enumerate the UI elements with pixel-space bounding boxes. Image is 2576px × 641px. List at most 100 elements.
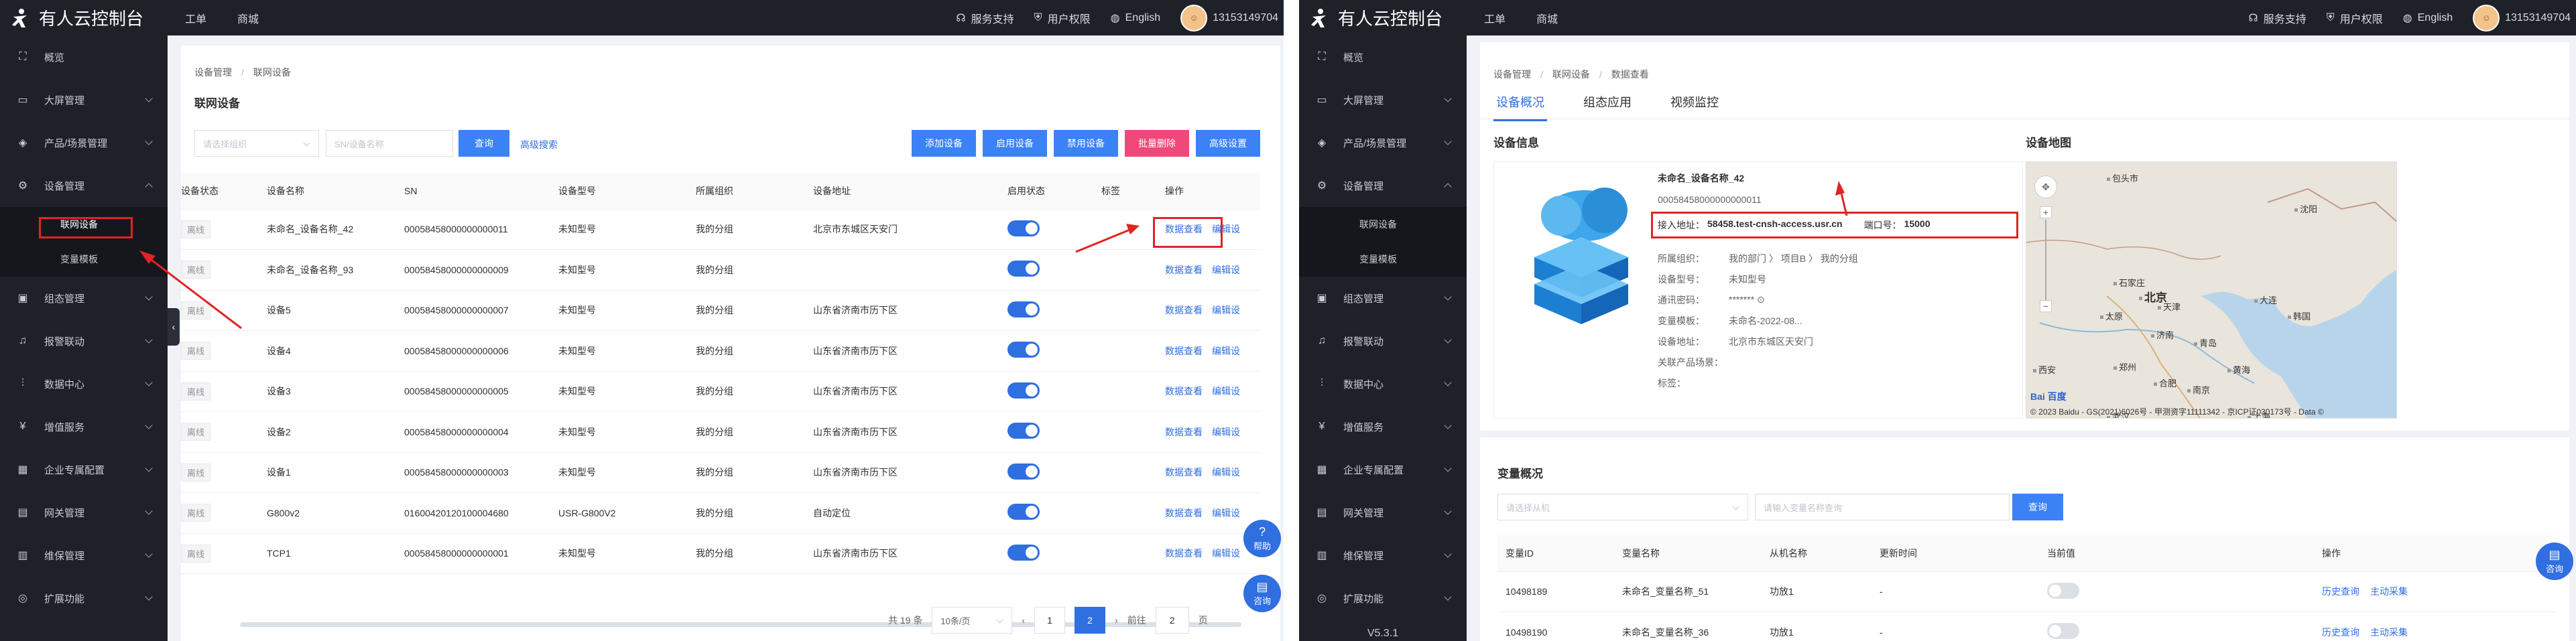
sidebar-item-value[interactable]: ¥ 增值服务 (0, 405, 168, 448)
sidebar-item-data[interactable]: ⫶ 数据中心 (1299, 362, 1467, 405)
nav-tickets[interactable]: 工单 (185, 10, 206, 26)
breadcrumb-device-mgmt[interactable]: 设备管理 (194, 66, 232, 79)
enable-toggle[interactable] (1007, 220, 1040, 236)
edit-device-link[interactable]: 编辑设 (1212, 427, 1240, 437)
sidebar-item-device[interactable]: ⚙ 设备管理 (0, 164, 168, 207)
service-support[interactable]: ☊ 服务支持 (2248, 10, 2306, 26)
sidebar-item-overview[interactable]: ⛶ 概览 (0, 35, 168, 78)
sidebar-item-alarm[interactable]: ♫ 报警联动 (1299, 319, 1467, 362)
enable-toggle[interactable] (1007, 342, 1040, 358)
breadcrumb-networked[interactable]: 联网设备 (1552, 68, 1590, 81)
sidebar-item-gateway[interactable]: ▤ 网关管理 (1299, 491, 1467, 534)
sidebar-item-screen[interactable]: ▭ 大屏管理 (1299, 78, 1467, 121)
edit-device-link[interactable]: 编辑设 (1212, 346, 1240, 356)
query-fab[interactable]: ▤ 咨询 (2536, 543, 2573, 580)
advanced-settings-button[interactable]: 高级设置 (1196, 130, 1260, 157)
sidebar-item-data[interactable]: ⫶ 数据中心 (0, 362, 168, 405)
goto-input[interactable]: 2 (1155, 607, 1189, 634)
value-toggle[interactable] (2047, 582, 2079, 599)
zoom-slider[interactable] (2045, 220, 2046, 300)
edit-device-link[interactable]: 编辑设 (1212, 467, 1240, 478)
sidebar-item-extend[interactable]: ◎ 扩展功能 (0, 577, 168, 620)
user-menu[interactable]: ☺ 13153149704 (1180, 4, 1278, 31)
edit-device-link[interactable]: 编辑设 (1212, 386, 1240, 397)
search-button[interactable]: 查询 (458, 130, 509, 157)
enable-toggle[interactable] (1007, 261, 1040, 277)
prev-page-button[interactable]: ‹ (1022, 615, 1025, 626)
nav-shop[interactable]: 商城 (1536, 10, 1558, 26)
enable-toggle[interactable] (1007, 423, 1040, 439)
logo[interactable]: 有人云控制台 (0, 0, 168, 35)
sidebar-item-gateway[interactable]: ▤ 网关管理 (0, 491, 168, 534)
advanced-search-link[interactable]: 高级搜索 (520, 138, 558, 151)
sidebar-collapse-button[interactable]: ‹ (168, 308, 180, 346)
enable-toggle[interactable] (1007, 463, 1040, 480)
sidebar-item-maintenance[interactable]: ▥ 维保管理 (0, 534, 168, 577)
nav-shop[interactable]: 商城 (237, 10, 259, 26)
enable-device-button[interactable]: 启用设备 (983, 130, 1047, 157)
query-fab[interactable]: ▤ 咨询 (1243, 575, 1281, 612)
slave-select[interactable]: 请选择从机 (1497, 494, 1748, 520)
active-collect-link[interactable]: 主动采集 (2370, 586, 2408, 597)
tab-config-app[interactable]: 组态应用 (1583, 93, 1632, 111)
active-collect-link[interactable]: 主动采集 (2370, 627, 2408, 638)
sidebar-subitem-networked[interactable]: 联网设备 (1299, 207, 1467, 242)
tab-video[interactable]: 视频监控 (1670, 93, 1719, 111)
history-query-link[interactable]: 历史查询 (2322, 586, 2359, 597)
history-query-link[interactable]: 历史查询 (2322, 627, 2359, 638)
view-data-link[interactable]: 数据查看 (1165, 305, 1203, 315)
sidebar-item-maintenance[interactable]: ▥ 维保管理 (1299, 534, 1467, 577)
sidebar-item-alarm[interactable]: ♫ 报警联动 (0, 319, 168, 362)
variable-search-input[interactable]: 请输入变量名称查询 (1755, 494, 2010, 520)
view-data-link[interactable]: 数据查看 (1165, 346, 1203, 356)
sidebar-item-product[interactable]: ◈ 产品/场景管理 (1299, 121, 1467, 164)
edit-device-link[interactable]: 编辑设 (1212, 305, 1240, 315)
page-2[interactable]: 2 (1075, 607, 1106, 634)
org-select[interactable]: 请选择组织 (194, 130, 319, 157)
add-device-button[interactable]: 添加设备 (912, 130, 976, 157)
view-data-link[interactable]: 数据查看 (1165, 265, 1203, 275)
sn-search-input[interactable]: SN/设备名称 (326, 130, 453, 157)
enable-toggle[interactable] (1007, 544, 1040, 561)
nav-tickets[interactable]: 工单 (1484, 10, 1506, 26)
value-toggle[interactable] (2047, 623, 2079, 640)
enable-toggle[interactable] (1007, 382, 1040, 399)
next-page-button[interactable]: › (1115, 615, 1118, 626)
device-map[interactable]: 包头市 北京 天津 济南 青岛 郑州 武汉 上海 黄海 韩国 太原 石家庄 沈阳 大连 西安 合肥 南京 ✥ +… (2026, 161, 2397, 419)
user-permission[interactable]: ⛨ 用户权限 (1034, 10, 1091, 26)
tab-overview[interactable]: 设备概况 (1493, 93, 1547, 121)
map-pan-control[interactable]: ✥ (2034, 175, 2057, 198)
sidebar-subitem-template[interactable]: 变量模板 (0, 242, 168, 277)
help-fab[interactable]: ? 帮助 (1243, 520, 1281, 557)
sidebar-item-enterprise[interactable]: ▦ 企业专属配置 (1299, 448, 1467, 491)
breadcrumb-device-mgmt[interactable]: 设备管理 (1493, 68, 1531, 81)
batch-delete-button[interactable]: 批量删除 (1125, 130, 1189, 157)
view-data-link[interactable]: 数据查看 (1165, 427, 1203, 437)
edit-device-link[interactable]: 编辑设 (1212, 265, 1240, 275)
sidebar-item-value[interactable]: ¥ 增值服务 (1299, 405, 1467, 448)
language-switch[interactable]: ◍ English (1111, 11, 1160, 25)
sidebar-item-extend[interactable]: ◎ 扩展功能 (1299, 577, 1467, 620)
sidebar-item-product[interactable]: ◈ 产品/场景管理 (0, 121, 168, 164)
zoom-in-button[interactable]: + (2040, 206, 2052, 218)
logo[interactable]: 有人云控制台 (1299, 0, 1467, 35)
enable-toggle[interactable] (1007, 301, 1040, 317)
edit-device-link[interactable]: 编辑设 (1212, 548, 1240, 559)
service-support[interactable]: ☊ 服务支持 (956, 10, 1014, 26)
view-data-link[interactable]: 数据查看 (1165, 467, 1203, 478)
sidebar-item-overview[interactable]: ⛶ 概览 (1299, 35, 1467, 78)
user-menu[interactable]: ☺ 13153149704 (2473, 4, 2571, 31)
edit-device-link[interactable]: 编辑设 (1212, 508, 1240, 518)
view-data-link[interactable]: 数据查看 (1165, 386, 1203, 397)
sidebar-item-enterprise[interactable]: ▦ 企业专属配置 (0, 448, 168, 491)
sidebar-item-config[interactable]: ▣ 组态管理 (0, 277, 168, 319)
disable-device-button[interactable]: 禁用设备 (1054, 130, 1118, 157)
language-switch[interactable]: ◍ English (2403, 11, 2453, 25)
sidebar-item-device[interactable]: ⚙ 设备管理 (1299, 164, 1467, 207)
sidebar-item-config[interactable]: ▣ 组态管理 (1299, 277, 1467, 319)
page-1[interactable]: 1 (1034, 607, 1066, 634)
sidebar-item-screen[interactable]: ▭ 大屏管理 (0, 78, 168, 121)
variable-search-button[interactable]: 查询 (2012, 494, 2063, 520)
enable-toggle[interactable] (1007, 504, 1040, 520)
user-permission[interactable]: ⛨ 用户权限 (2327, 10, 2383, 26)
